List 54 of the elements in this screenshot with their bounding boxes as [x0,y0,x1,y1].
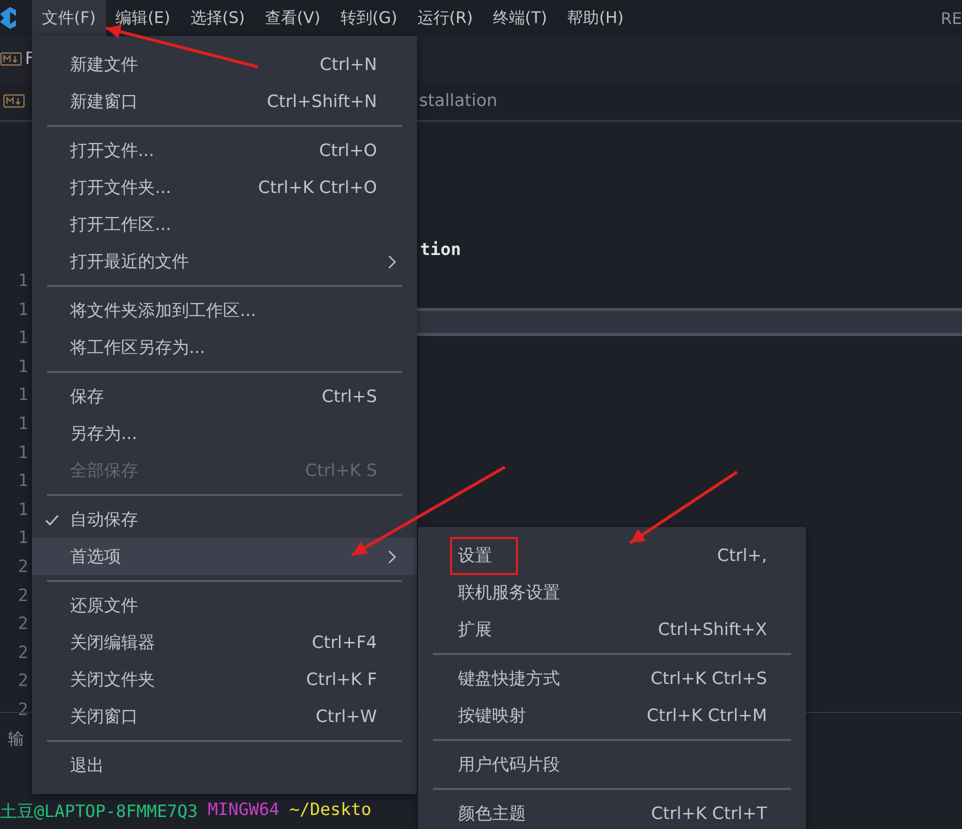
menu-item[interactable]: 打开工作区... [32,206,417,243]
menu-bar-item[interactable]: 帮助(H) [557,0,634,36]
line-number: 1 [18,356,28,379]
line-number: 1 [18,470,28,494]
menu-item[interactable]: 关闭编辑器 Ctrl+F4 [32,624,417,661]
markdown-icon [3,94,25,108]
menu-item[interactable]: 自动保存 [32,501,417,538]
menu-item[interactable]: 扩展 Ctrl+Shift+X [418,611,806,648]
panel-tab[interactable]: 输 [8,729,24,750]
line-number: 1 [18,384,28,408]
code-text: tion [420,240,461,260]
menu-item[interactable]: 关闭窗口 Ctrl+W [32,698,417,735]
line-number: 1 [18,442,28,465]
menu-item[interactable]: 退出 [32,747,417,784]
line-number: 1 [18,298,28,322]
menu-bar-item[interactable]: 转到(G) [330,0,408,36]
line-number: 2 [18,642,28,665]
menu-item[interactable]: 颜色主题 Ctrl+K Ctrl+T [418,795,806,829]
menu-item[interactable]: 用户代码片段 [418,746,806,783]
menu-item[interactable]: 按键映射 Ctrl+K Ctrl+M [418,697,806,734]
menu-item[interactable]: 新建窗口 Ctrl+Shift+N [32,83,417,120]
line-number: 2 [18,670,28,694]
line-number: 2 [18,584,28,608]
menu-bar-item[interactable]: 查看(V) [254,0,330,36]
menu-item[interactable]: 另存为... [32,415,417,452]
menu-bar-item[interactable]: 运行(R) [407,0,483,36]
menu-item[interactable]: 首选项 [32,538,417,575]
menu-item[interactable]: 还原文件 [32,587,417,624]
menu-item[interactable]: 键盘快捷方式 Ctrl+K Ctrl+S [418,660,806,697]
title-text: RE [940,8,962,30]
menu-item[interactable]: 打开最近的文件 [32,243,417,280]
menu-item[interactable]: 联机服务设置 [418,574,806,611]
menu-item[interactable]: 设置 Ctrl+, [418,537,806,574]
menu-item[interactable]: 新建文件 Ctrl+N [32,46,417,83]
line-number: 1 [18,412,28,436]
line-number: 1 [18,498,28,522]
terminal-prompt: 土豆@LAPTOP-8FMME7Q3 MINGW64 ~/Deskto [0,800,372,823]
menu-bar-item[interactable]: 终端(T) [482,0,558,36]
menu-item[interactable]: 打开文件... Ctrl+O [32,132,417,169]
breadcrumb-text: stallation [419,91,498,111]
line-number: 1 [18,270,28,293]
line-number: 2 [18,613,28,636]
line-number: 1 [18,327,28,350]
line-number: 2 [18,556,28,579]
line-number: 1 [18,527,28,550]
menu-item[interactable]: 关闭文件夹 Ctrl+K F [32,661,417,698]
menu-bar-item[interactable]: 编辑(E) [106,0,180,36]
markdown-icon [0,52,22,66]
menu-item[interactable]: 打开文件夹... Ctrl+K Ctrl+O [32,169,417,206]
menu-item[interactable]: 将工作区另存为... [32,329,417,366]
menu-item[interactable]: 将文件夹添加到工作区... [32,292,417,329]
menu-bar-item[interactable]: 文件(F) [32,0,106,36]
menu-item[interactable]: 保存 Ctrl+S [32,378,417,415]
menu-bar-item[interactable]: 选择(S) [180,0,255,36]
